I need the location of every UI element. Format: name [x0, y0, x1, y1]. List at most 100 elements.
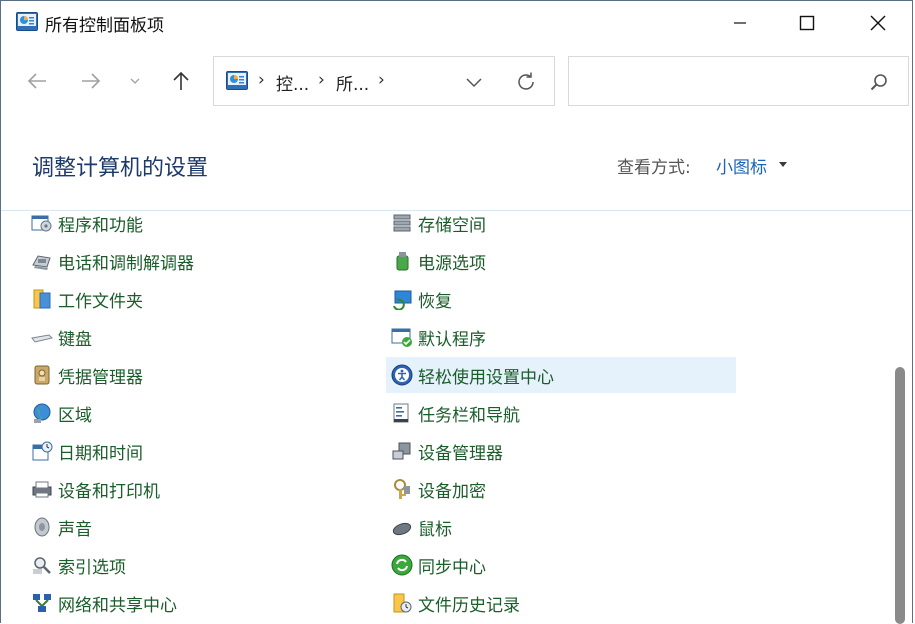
control-panel-item[interactable]: 声音 [26, 509, 356, 545]
search-input[interactable] [577, 67, 861, 97]
control-panel-item[interactable]: 索引选项 [26, 547, 356, 583]
control-panel-item[interactable]: 区域 [26, 395, 356, 431]
back-button[interactable] [19, 63, 55, 99]
control-panel-item[interactable]: 网络和共享中心 [26, 585, 356, 621]
control-panel-item-label[interactable]: 网络和共享中心 [58, 591, 177, 616]
control-panel-item-label[interactable]: 声音 [58, 515, 92, 540]
minimize-icon [734, 22, 746, 24]
encryption-icon [391, 478, 413, 500]
chevron-down-icon[interactable] [462, 71, 486, 93]
control-panel-item-label[interactable]: 鼠标 [418, 515, 452, 540]
address-bar[interactable]: › 控... › 所... › [213, 56, 555, 106]
keyboard-icon [31, 326, 53, 348]
credential-icon [31, 364, 53, 386]
search-box[interactable] [568, 56, 909, 106]
minimize-button[interactable] [705, 1, 775, 45]
sound-icon [31, 516, 53, 538]
close-button[interactable] [843, 1, 913, 45]
control-panel-item[interactable]: 工作文件夹 [26, 281, 356, 317]
programs-icon [31, 212, 53, 234]
control-panel-item[interactable]: 轻松使用设置中心 [386, 357, 736, 393]
phone-modem-icon [31, 250, 53, 272]
network-icon [31, 592, 53, 614]
page-title: 调整计算机的设置 [32, 156, 209, 181]
control-panel-item[interactable]: 凭据管理器 [26, 357, 356, 393]
view-by-dropdown[interactable]: 小图标 [716, 153, 767, 178]
work-folders-icon [31, 288, 53, 310]
power-icon [391, 250, 413, 272]
default-programs-icon [391, 326, 413, 348]
control-panel-item-label[interactable]: 凭据管理器 [58, 363, 143, 388]
control-panel-item-label[interactable]: 键盘 [58, 325, 92, 350]
view-by-label: 查看方式: [617, 158, 691, 178]
maximize-button[interactable] [772, 1, 842, 45]
title-bar: 所有控制面板项 [1, 1, 912, 45]
control-panel-item-label[interactable]: 同步中心 [418, 553, 486, 578]
control-panel-item[interactable]: 存储空间 [386, 211, 736, 241]
forward-button[interactable] [73, 63, 109, 99]
control-panel-item-label[interactable]: 设备管理器 [418, 439, 503, 464]
control-panel-item[interactable]: 日期和时间 [26, 433, 356, 469]
control-panel-item[interactable]: 设备和打印机 [26, 471, 356, 507]
search-icon[interactable] [869, 72, 889, 92]
recent-locations-button[interactable] [118, 63, 152, 99]
storage-icon [391, 212, 413, 234]
control-panel-icon [16, 12, 38, 31]
caret-down-icon[interactable] [779, 162, 787, 167]
control-panel-item-label[interactable]: 存储空间 [418, 211, 486, 236]
up-button[interactable] [163, 63, 199, 99]
control-panel-item-label[interactable]: 工作文件夹 [58, 287, 143, 312]
scrollbar-thumb[interactable] [895, 367, 905, 624]
datetime-icon [31, 440, 53, 462]
control-panel-item[interactable]: 电话和调制解调器 [26, 243, 356, 279]
control-panel-item[interactable]: 同步中心 [386, 547, 736, 583]
control-panel-item[interactable]: 设备管理器 [386, 433, 736, 469]
control-panel-icon [226, 71, 248, 90]
control-panel-item-label[interactable]: 程序和功能 [58, 211, 143, 236]
page-header: 调整计算机的设置 查看方式: 小图标 [1, 119, 912, 211]
control-panel-item-label[interactable]: 电源选项 [418, 249, 486, 274]
control-panel-item-label[interactable]: 任务栏和导航 [418, 401, 520, 426]
arrow-left-icon [27, 73, 46, 89]
maximize-icon [799, 15, 815, 31]
printer-icon [31, 478, 53, 500]
control-panel-item[interactable]: 任务栏和导航 [386, 395, 736, 431]
control-panel-item[interactable]: 程序和功能 [26, 211, 356, 241]
breadcrumb-separator[interactable]: › [378, 70, 385, 90]
control-panel-item[interactable]: 键盘 [26, 319, 356, 355]
control-panel-item-label[interactable]: 轻松使用设置中心 [418, 363, 554, 388]
control-panel-item-label[interactable]: 设备加密 [418, 477, 486, 502]
sync-icon [391, 554, 413, 576]
window-title: 所有控制面板项 [45, 16, 164, 36]
control-panel-item-label[interactable]: 索引选项 [58, 553, 126, 578]
control-panel-item-label[interactable]: 电话和调制解调器 [58, 249, 194, 274]
breadcrumb-separator[interactable]: › [318, 70, 325, 90]
mouse-icon [391, 516, 413, 538]
control-panel-item[interactable]: 设备加密 [386, 471, 736, 507]
breadcrumb-separator[interactable]: › [258, 70, 265, 90]
breadcrumb-all-items[interactable]: 所... [336, 70, 369, 95]
recovery-icon [391, 288, 413, 311]
control-panel-item[interactable]: 鼠标 [386, 509, 736, 545]
file-history-icon [391, 592, 413, 614]
control-panel-item-label[interactable]: 设备和打印机 [58, 477, 160, 502]
refresh-icon[interactable] [514, 70, 538, 94]
control-panel-item-label[interactable]: 区域 [58, 401, 92, 426]
control-panel-item-label[interactable]: 默认程序 [418, 325, 486, 350]
taskbar-icon [391, 402, 413, 424]
close-icon [870, 15, 886, 31]
control-panel-item[interactable]: 默认程序 [386, 319, 736, 355]
control-panel-item-label[interactable]: 日期和时间 [58, 439, 143, 464]
region-icon [31, 402, 53, 424]
arrow-right-icon [82, 73, 101, 89]
control-panel-item[interactable]: 恢复 [386, 281, 736, 317]
control-panel-item-label[interactable]: 文件历史记录 [418, 591, 520, 616]
control-panel-window: 所有控制面板项 › 控... › 所... › 调整计算机的设置 查看方式: 小… [0, 0, 913, 624]
control-panel-item[interactable]: 文件历史记录 [386, 585, 736, 621]
chevron-down-icon [130, 78, 140, 84]
device-manager-icon [391, 440, 413, 462]
control-panel-item[interactable]: 电源选项 [386, 243, 736, 279]
breadcrumb-control-panel[interactable]: 控... [276, 70, 309, 95]
indexing-icon [31, 554, 53, 576]
control-panel-item-label[interactable]: 恢复 [418, 287, 452, 312]
